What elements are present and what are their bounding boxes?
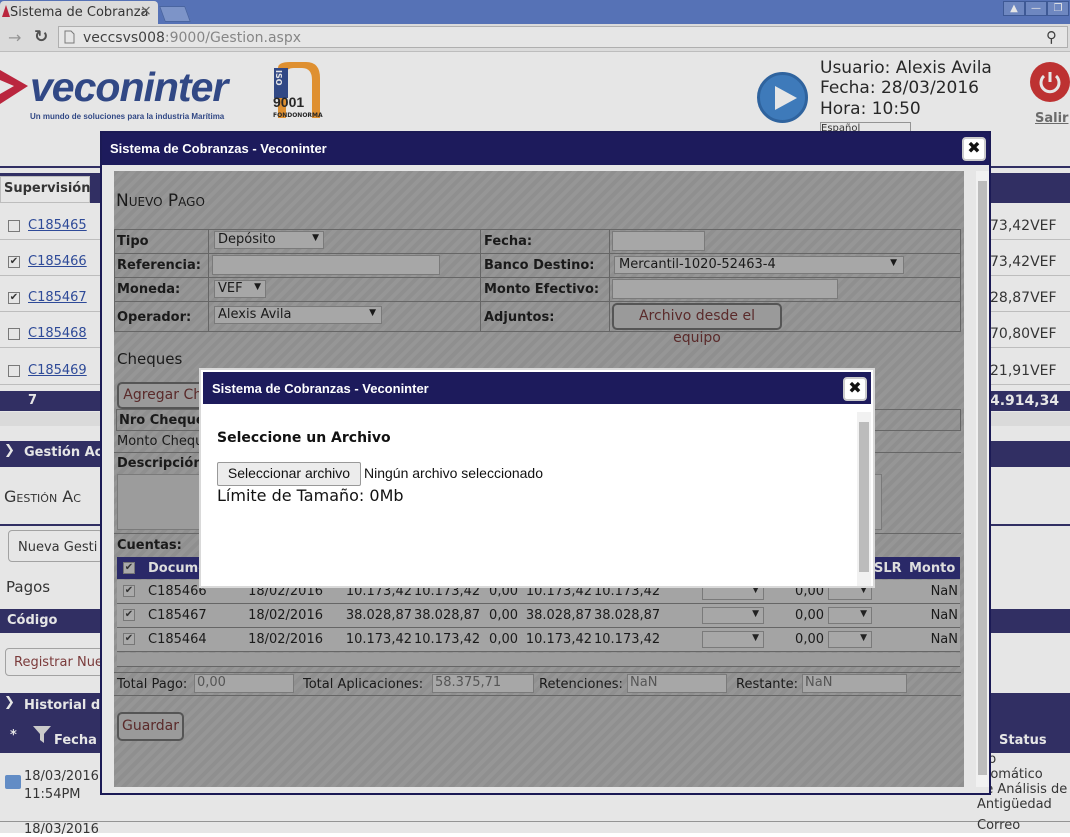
slr-column: SLR bbox=[874, 561, 902, 576]
row-select[interactable]: ▼ bbox=[702, 631, 764, 648]
total-aplicaciones-value: 58.375,71 bbox=[432, 674, 534, 693]
adjuntos-label: Adjuntos: bbox=[484, 310, 555, 325]
scrollbar-thumb[interactable] bbox=[978, 181, 987, 775]
operador-value: Alexis Avila bbox=[218, 307, 292, 322]
cuentas-label: Cuentas: bbox=[117, 538, 182, 553]
table-cell: 18/02/2016 bbox=[248, 608, 323, 623]
grid-line bbox=[609, 229, 610, 331]
choose-file-button[interactable]: Seleccionar archivo bbox=[217, 462, 361, 486]
dialog-title: Sistema de Cobranzas - Veconinter bbox=[212, 381, 429, 396]
table-cell: NaN bbox=[930, 632, 958, 647]
table-cell: C185467 bbox=[148, 608, 207, 623]
tipo-value: Depósito bbox=[218, 232, 276, 247]
table-cell: 10.173,42 bbox=[414, 632, 481, 647]
total-aplicaciones-label: Total Aplicaciones: bbox=[303, 677, 424, 692]
nro-cheque-column: Nro Cheque bbox=[119, 413, 205, 428]
referencia-label: Referencia: bbox=[117, 258, 201, 273]
table-cell: 38.028,87 bbox=[594, 608, 661, 623]
select-all-checkbox[interactable]: ✔ bbox=[123, 562, 135, 574]
retenciones-label: Retenciones: bbox=[539, 677, 623, 692]
banco-value: Mercantil-1020-52463-4 bbox=[619, 257, 776, 272]
tipo-select[interactable]: Depósito ▼ bbox=[214, 231, 324, 249]
cheques-heading: Cheques bbox=[117, 350, 183, 368]
chevron-down-icon: ▼ bbox=[752, 609, 759, 619]
table-cell: 38.028,87 bbox=[414, 608, 481, 623]
fecha-label: Fecha: bbox=[484, 234, 533, 249]
dialog-header: Sistema de Cobranzas - Veconinter ✖ bbox=[203, 372, 871, 404]
close-icon[interactable]: ✖ bbox=[843, 377, 867, 401]
tipo-label: Tipo bbox=[117, 234, 149, 249]
total-pago-value: 0,00 bbox=[194, 674, 294, 693]
chevron-down-icon: ▼ bbox=[890, 258, 897, 268]
table-cell: 0,00 bbox=[489, 608, 518, 623]
operador-label: Operador: bbox=[117, 310, 192, 325]
referencia-input[interactable] bbox=[212, 255, 440, 275]
table-cell: 0,00 bbox=[795, 608, 824, 623]
table-cell: 10.173,42 bbox=[345, 632, 412, 647]
grid-line bbox=[480, 229, 481, 331]
moneda-label: Moneda: bbox=[117, 282, 181, 297]
grid-line bbox=[114, 331, 961, 332]
dialog-heading: Seleccione un Archivo bbox=[217, 430, 391, 446]
table-cell: 0,00 bbox=[795, 632, 824, 647]
grid-line bbox=[114, 229, 115, 331]
fecha-input[interactable] bbox=[612, 231, 705, 251]
retenciones-value: NaN bbox=[627, 674, 727, 693]
row-select[interactable]: ▼ bbox=[828, 631, 872, 648]
monto-efectivo-label: Monto Efectivo: bbox=[484, 282, 600, 297]
monto-cheque-label: Monto Cheque bbox=[117, 434, 212, 449]
guardar-button[interactable]: Guardar bbox=[117, 712, 184, 741]
grid-line bbox=[114, 229, 961, 230]
size-limit-text: Límite de Tamaño: 0Mb bbox=[217, 486, 404, 505]
banco-select[interactable]: Mercantil-1020-52463-4 ▼ bbox=[614, 256, 904, 274]
chevron-down-icon: ▼ bbox=[860, 609, 867, 619]
grid-line bbox=[114, 695, 961, 696]
row-select[interactable]: ▼ bbox=[702, 607, 764, 624]
table-scrollbar[interactable] bbox=[117, 653, 960, 667]
chevron-down-icon: ▼ bbox=[369, 308, 376, 318]
table-cell: 38.028,87 bbox=[525, 608, 592, 623]
row-checkbox[interactable]: ✔ bbox=[123, 609, 135, 621]
banco-label: Banco Destino: bbox=[484, 258, 595, 273]
close-icon[interactable]: ✖ bbox=[962, 137, 986, 161]
monto-efectivo-input[interactable] bbox=[612, 279, 838, 299]
chevron-down-icon: ▼ bbox=[752, 633, 759, 643]
table-cell: 10.173,42 bbox=[594, 632, 661, 647]
dialog-title: Sistema de Cobranzas - Veconinter bbox=[110, 141, 327, 156]
form-heading: Nuevo Pago bbox=[116, 191, 205, 211]
no-file-text: Ningún archivo seleccionado bbox=[364, 465, 543, 481]
monto-column: Monto bbox=[909, 561, 956, 576]
restante-label: Restante: bbox=[736, 677, 798, 692]
row-checkbox[interactable]: ✔ bbox=[123, 633, 135, 645]
chevron-down-icon: ▼ bbox=[860, 633, 867, 643]
scrollbar-thumb[interactable] bbox=[859, 422, 869, 572]
table-cell: NaN bbox=[930, 584, 958, 599]
table-cell: 38.028,87 bbox=[345, 608, 412, 623]
table-cell: C185464 bbox=[148, 632, 207, 647]
operador-select[interactable]: Alexis Avila ▼ bbox=[214, 306, 382, 324]
moneda-select[interactable]: VEF ▼ bbox=[214, 280, 266, 298]
archivo-button[interactable]: Archivo desde el equipo bbox=[612, 303, 782, 346]
total-pago-label: Total Pago: bbox=[117, 677, 188, 692]
restante-value: NaN bbox=[802, 674, 907, 693]
grid-line bbox=[114, 253, 961, 254]
row-checkbox[interactable]: ✔ bbox=[123, 585, 135, 597]
grid-line bbox=[114, 277, 961, 278]
table-cell: NaN bbox=[930, 608, 958, 623]
grid-line bbox=[114, 301, 961, 302]
table-cell: 10.173,42 bbox=[525, 632, 592, 647]
table-cell: 0,00 bbox=[489, 632, 518, 647]
file-upload-dialog: Sistema de Cobranzas - Veconinter ✖ Sele… bbox=[199, 368, 875, 588]
chevron-down-icon: ▼ bbox=[312, 233, 319, 243]
grid-line bbox=[208, 229, 209, 331]
descripcion-label: Descripción: bbox=[117, 456, 208, 471]
grid-line bbox=[114, 672, 961, 673]
chevron-down-icon: ▼ bbox=[254, 282, 261, 292]
dialog-header: Sistema de Cobranzas - Veconinter ✖ bbox=[102, 133, 989, 165]
row-select[interactable]: ▼ bbox=[828, 607, 872, 624]
table-cell: 18/02/2016 bbox=[248, 632, 323, 647]
moneda-value: VEF bbox=[218, 281, 243, 296]
grid-line bbox=[960, 229, 961, 331]
